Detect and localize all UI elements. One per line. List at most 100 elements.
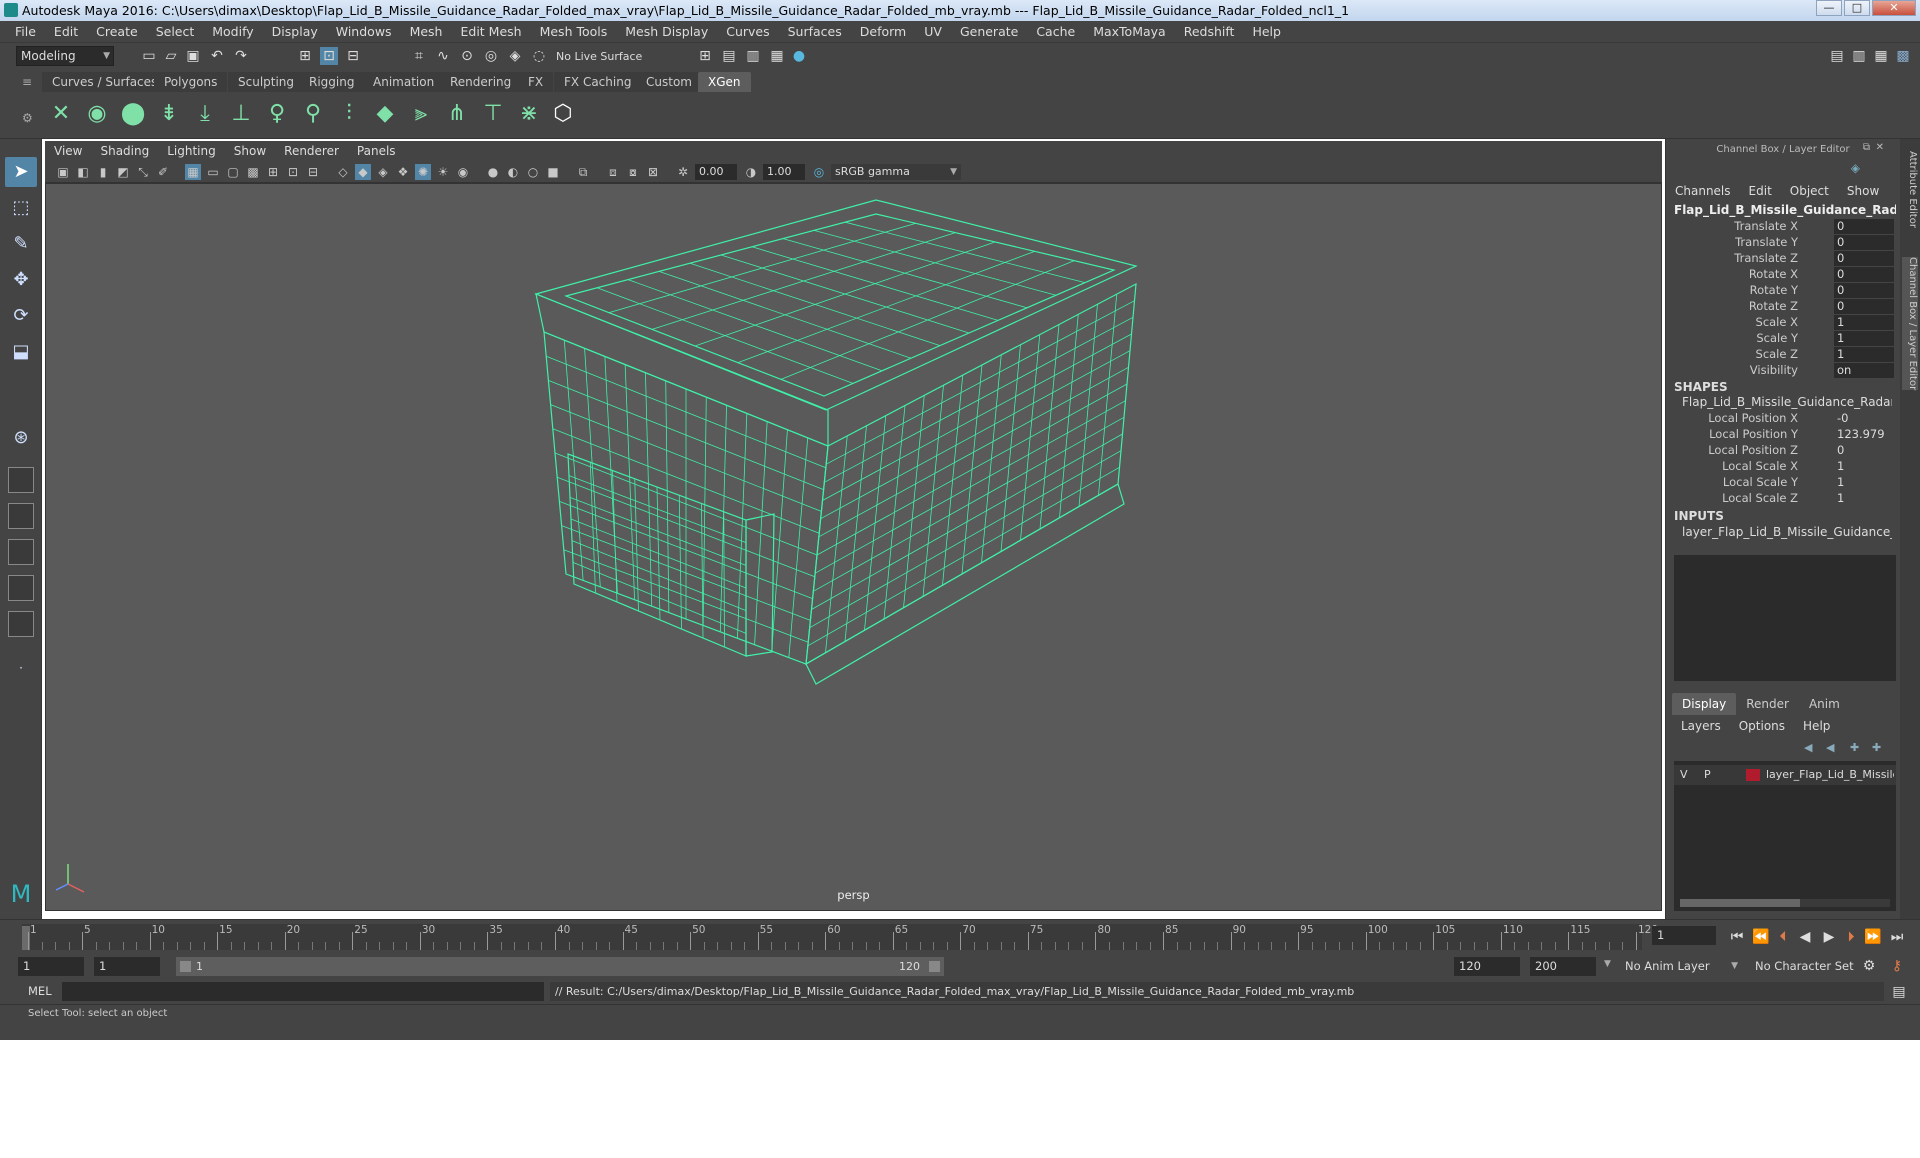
menu-file[interactable]: File bbox=[6, 24, 45, 39]
xgen-create-description-icon[interactable]: ◉ bbox=[82, 99, 112, 129]
shape-attr-value[interactable]: 123.979 bbox=[1834, 427, 1894, 442]
screen-space-ao-icon[interactable]: ◉ bbox=[455, 164, 471, 180]
close-button[interactable]: ✕ bbox=[1872, 0, 1916, 16]
layer-tab-display[interactable]: Display bbox=[1672, 693, 1737, 715]
channel-attr-row[interactable]: Scale X 1 bbox=[1666, 315, 1896, 331]
input-node-name[interactable]: layer_Flap_Lid_B_Missile_Guidance_Ra... bbox=[1682, 525, 1892, 539]
bookmark-icon[interactable]: ▮ bbox=[95, 164, 111, 180]
channel-attr-value[interactable]: 1 bbox=[1834, 347, 1894, 362]
animation-start-field[interactable]: 1 bbox=[18, 957, 84, 976]
xgen-import-icon[interactable]: ⬤ bbox=[118, 99, 148, 129]
use-all-lights-icon[interactable]: ✺ bbox=[415, 164, 431, 180]
new-layer-selected-icon[interactable]: ✚ bbox=[1872, 741, 1881, 754]
shape-attr-value[interactable]: -0 bbox=[1834, 411, 1894, 426]
menu-edit[interactable]: Edit bbox=[45, 24, 87, 39]
modeling-toolkit-icon[interactable]: ▤ bbox=[1828, 47, 1846, 65]
shelf-tab-polygons[interactable]: Polygons bbox=[154, 72, 228, 92]
anim-layer-dropdown[interactable]: No Anim Layer ▼ bbox=[1620, 957, 1740, 976]
playback-end-field[interactable]: 120 bbox=[1454, 957, 1520, 976]
layer-color-swatch[interactable] bbox=[1746, 769, 1760, 781]
menu-help[interactable]: Help bbox=[1243, 24, 1290, 39]
menu-generate[interactable]: Generate bbox=[951, 24, 1027, 39]
selected-object-name[interactable]: Flap_Lid_B_Missile_Guidance_Radar_Fol... bbox=[1674, 203, 1896, 217]
menu-display[interactable]: Display bbox=[263, 24, 327, 39]
persp-outliner-layout-icon[interactable] bbox=[8, 539, 34, 565]
isolate-select-icon[interactable]: ■ bbox=[545, 164, 561, 180]
perspective-viewport[interactable]: persp bbox=[45, 183, 1662, 911]
layer-tab-render[interactable]: Render bbox=[1736, 693, 1799, 715]
gate-mask-icon[interactable]: ▩ bbox=[245, 164, 261, 180]
shelf-tab-animation[interactable]: Animation bbox=[363, 72, 445, 92]
shelf-tab-rendering[interactable]: Rendering bbox=[440, 72, 522, 92]
new-scene-icon[interactable]: ▭ bbox=[140, 47, 158, 65]
render-settings-icon[interactable]: ⊞ bbox=[696, 47, 714, 65]
color-space-dropdown[interactable]: sRGB gamma ▼ bbox=[831, 164, 961, 180]
viewport-menu-shading[interactable]: Shading bbox=[91, 144, 158, 158]
snap-surface-icon[interactable]: ◈ bbox=[506, 47, 524, 65]
snap-pivot-icon[interactable]: ◌ bbox=[530, 47, 548, 65]
xgen-sculpt-guide-icon[interactable]: ♀ bbox=[262, 99, 292, 129]
maximize-button[interactable]: □ bbox=[1844, 0, 1870, 16]
range-end-handle[interactable] bbox=[929, 961, 940, 972]
grease-pencil-icon[interactable]: ✐ bbox=[155, 164, 171, 180]
close-panel-icon[interactable]: ✕ bbox=[1876, 142, 1884, 153]
step-forward-key-icon[interactable]: ⏵ bbox=[1842, 928, 1860, 946]
command-input[interactable] bbox=[62, 982, 544, 1001]
move-layer-up-icon[interactable]: ◀ bbox=[1804, 741, 1812, 754]
resolution-gate-icon[interactable]: ▢ bbox=[225, 164, 241, 180]
side-tab-attribute-editor[interactable]: Attribute Editor bbox=[1902, 151, 1918, 228]
shelf-tab-sculpting[interactable]: Sculpting bbox=[228, 72, 305, 92]
menu-surfaces[interactable]: Surfaces bbox=[779, 24, 851, 39]
side-tab-channel-box[interactable]: Channel Box / Layer Editor bbox=[1902, 257, 1918, 391]
image-plane-icon[interactable]: ◩ bbox=[115, 164, 131, 180]
menu-redshift[interactable]: Redshift bbox=[1175, 24, 1244, 39]
shelf-tab-custom[interactable]: Custom bbox=[636, 72, 702, 92]
shape-node-name[interactable]: Flap_Lid_B_Missile_Guidance_Radar_F... bbox=[1682, 395, 1892, 409]
layer-list-scrollbar[interactable] bbox=[1680, 899, 1890, 907]
play-backwards-icon[interactable]: ◀ bbox=[1796, 928, 1814, 946]
shape-attr-row[interactable]: Local Position X -0 bbox=[1666, 411, 1896, 427]
move-layer-down-icon[interactable]: ◀ bbox=[1826, 741, 1834, 754]
exposure-field[interactable]: 0.00 bbox=[695, 164, 737, 180]
channel-attr-row[interactable]: Visibility on bbox=[1666, 363, 1896, 379]
wireframe-model[interactable] bbox=[46, 184, 1662, 911]
xgen-preview-icon[interactable]: ⬡ bbox=[548, 99, 578, 129]
channel-attr-value[interactable]: 0 bbox=[1834, 299, 1894, 314]
ipr-render-icon[interactable]: ▥ bbox=[744, 47, 762, 65]
tool-settings-icon[interactable]: ▦ bbox=[1872, 47, 1890, 65]
menu-deform[interactable]: Deform bbox=[851, 24, 915, 39]
channel-attr-row[interactable]: Scale Y 1 bbox=[1666, 331, 1896, 347]
shape-attr-row[interactable]: Local Scale Y 1 bbox=[1666, 475, 1896, 491]
channel-attr-row[interactable]: Rotate X 0 bbox=[1666, 267, 1896, 283]
hypershade-layout-icon[interactable] bbox=[8, 611, 34, 637]
layer-playback-toggle[interactable]: P bbox=[1704, 765, 1711, 785]
four-view-layout-icon[interactable] bbox=[8, 467, 34, 493]
snap-curve-icon[interactable]: ∿ bbox=[434, 47, 452, 65]
channel-attr-row[interactable]: Scale Z 1 bbox=[1666, 347, 1896, 363]
current-frame-field[interactable]: 1 bbox=[1652, 926, 1716, 945]
wireframe-on-shaded-icon[interactable]: ◈ bbox=[375, 164, 391, 180]
new-layer-icon[interactable]: ✚ bbox=[1850, 741, 1859, 754]
channel-attr-row[interactable]: Translate X 0 bbox=[1666, 219, 1896, 235]
channel-attr-value[interactable]: 0 bbox=[1834, 267, 1894, 282]
paint-select-tool-icon[interactable]: ✎ bbox=[5, 229, 37, 259]
color-management-icon[interactable]: ◎ bbox=[811, 164, 827, 180]
menu-modify[interactable]: Modify bbox=[203, 24, 262, 39]
cb-menu-channels[interactable]: Channels bbox=[1666, 184, 1740, 198]
xgen-bend-icon[interactable]: ⫸ bbox=[406, 99, 436, 129]
shadows-icon[interactable]: ☀ bbox=[435, 164, 451, 180]
channel-attr-value[interactable]: 1 bbox=[1834, 315, 1894, 330]
outliner-toggle-icon[interactable]: ▥ bbox=[1850, 47, 1868, 65]
viewport-menu-renderer[interactable]: Renderer bbox=[275, 144, 348, 158]
shelf-tab-rigging[interactable]: Rigging bbox=[299, 72, 365, 92]
viewport-menu-lighting[interactable]: Lighting bbox=[158, 144, 225, 158]
command-language-label[interactable]: MEL bbox=[28, 984, 52, 998]
shape-attr-row[interactable]: Local Scale Z 1 bbox=[1666, 491, 1896, 507]
scale-tool-icon[interactable]: ⬓ bbox=[5, 337, 37, 367]
camera-attributes-icon[interactable]: ◧ bbox=[75, 164, 91, 180]
field-chart-icon[interactable]: ⊞ bbox=[265, 164, 281, 180]
xgen-lock-length-icon[interactable]: ⚲ bbox=[298, 99, 328, 129]
layer-tab-anim[interactable]: Anim bbox=[1799, 693, 1850, 715]
xgen-move-guide-icon[interactable]: ⊥ bbox=[226, 99, 256, 129]
safe-title-icon[interactable]: ⊟ bbox=[305, 164, 321, 180]
